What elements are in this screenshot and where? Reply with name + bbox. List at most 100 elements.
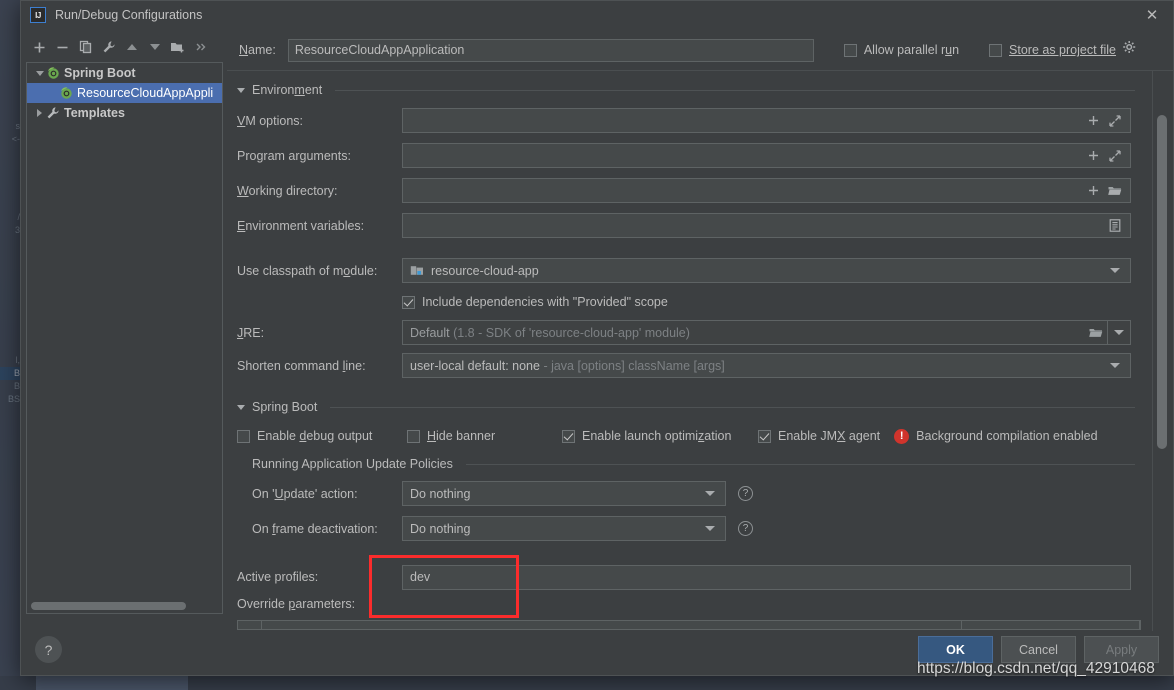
update-policies-title: Running Application Update Policies: [252, 457, 453, 471]
intellij-logo-icon: IJ: [30, 7, 46, 23]
allow-parallel-run-checkbox[interactable]: Allow parallel run: [843, 43, 959, 57]
tree-item-templates[interactable]: Templates: [27, 103, 222, 123]
environment-section-header[interactable]: Environment: [227, 77, 1151, 103]
dialog-body: Spring Boot ResourceCloudAppAppli Templa…: [21, 30, 1173, 631]
add-configuration-button[interactable]: [29, 37, 50, 58]
spring-boot-section-header[interactable]: Spring Boot: [227, 394, 1151, 420]
chevron-down-icon[interactable]: [237, 87, 245, 93]
configuration-editor-pane: Name: ResourceCloudAppApplication Allow …: [227, 30, 1173, 631]
environment-section-title: Environment: [252, 83, 323, 97]
include-provided-scope-checkbox[interactable]: Include dependencies with "Provided" sco…: [227, 288, 1151, 316]
on-frame-deactivation-combo[interactable]: Do nothing: [402, 516, 726, 541]
browse-folder-icon[interactable]: [1085, 321, 1107, 344]
jre-combo[interactable]: Default (1.8 - SDK of 'resource-cloud-ap…: [402, 320, 1131, 345]
working-directory-input[interactable]: [402, 178, 1131, 203]
enable-jmx-agent-checkbox[interactable]: Enable JMX agent: [758, 429, 880, 443]
error-icon: !: [894, 428, 910, 444]
checkbox-box[interactable]: [989, 43, 1003, 57]
classpath-module-combo[interactable]: resource-cloud-app: [402, 258, 1131, 283]
add-icon[interactable]: [1082, 109, 1104, 132]
checkbox-box[interactable]: [843, 43, 857, 57]
settings-scroll-area: Environment VM options: Program argument…: [227, 70, 1173, 631]
chevron-right-icon[interactable]: [33, 109, 46, 117]
help-button[interactable]: ?: [35, 636, 62, 663]
on-frame-deactivation-label: On frame deactivation:: [252, 521, 378, 536]
chevron-down-icon[interactable]: [1104, 259, 1126, 282]
enable-debug-output-label: Enable debug output: [257, 429, 373, 443]
chevron-down-icon[interactable]: [699, 482, 721, 505]
configurations-pane: Spring Boot ResourceCloudAppAppli Templa…: [21, 30, 227, 631]
store-as-project-file-checkbox[interactable]: Store as project file: [989, 43, 1116, 57]
move-up-button[interactable]: [121, 37, 142, 58]
name-input[interactable]: ResourceCloudAppApplication: [287, 38, 814, 62]
active-profiles-input[interactable]: dev: [402, 564, 1131, 590]
program-arguments-label: Program arguments:: [237, 148, 351, 163]
help-icon[interactable]: ?: [738, 521, 753, 536]
jre-value-hint: (1.8 - SDK of 'resource-cloud-app' modul…: [453, 325, 690, 340]
hide-banner-checkbox[interactable]: Hide banner: [407, 429, 562, 443]
vm-options-row: VM options:: [227, 103, 1151, 138]
vm-options-input[interactable]: [402, 108, 1131, 133]
enable-launch-optimization-label: Enable launch optimization: [582, 429, 732, 443]
watermark-text: https://blog.csdn.net/qq_42910468: [917, 660, 1155, 677]
apply-button[interactable]: Apply: [1084, 636, 1159, 663]
remove-configuration-button[interactable]: [52, 37, 73, 58]
program-arguments-input[interactable]: [402, 143, 1131, 168]
configurations-tree[interactable]: Spring Boot ResourceCloudAppAppli Templa…: [26, 62, 223, 614]
tree-item-resourcecloudappapplication[interactable]: ResourceCloudAppAppli: [27, 83, 222, 103]
active-profiles-value: dev: [410, 570, 431, 584]
tree-item-spring-boot[interactable]: Spring Boot: [27, 63, 222, 83]
enable-debug-output-checkbox[interactable]: Enable debug output: [237, 429, 407, 443]
browse-folder-icon[interactable]: [1104, 179, 1126, 202]
environment-variables-row: Environment variables:: [227, 208, 1151, 243]
background-taskbar-item: [36, 676, 188, 690]
chevron-down-icon[interactable]: [699, 517, 721, 540]
edit-list-icon[interactable]: [1104, 214, 1126, 237]
table-column-value: [962, 621, 1140, 629]
chevron-down-icon[interactable]: [1108, 321, 1130, 344]
chevron-down-icon[interactable]: [237, 404, 245, 410]
include-provided-scope-label: Include dependencies with "Provided" sco…: [422, 295, 668, 309]
gear-icon[interactable]: [1122, 40, 1137, 60]
name-row: Name: ResourceCloudAppApplication Allow …: [227, 30, 1173, 70]
active-profiles-row: Active profiles: dev: [227, 562, 1151, 592]
chevron-down-icon[interactable]: [33, 70, 46, 76]
shorten-command-line-combo[interactable]: user-local default: none - java [options…: [402, 353, 1131, 378]
dialog-title: Run/Debug Configurations: [55, 8, 203, 22]
new-folder-button[interactable]: [167, 37, 188, 58]
expand-icon[interactable]: [1104, 144, 1126, 167]
scrollbar-thumb[interactable]: [1157, 115, 1167, 449]
working-directory-label: Working directory:: [237, 183, 338, 198]
move-down-button[interactable]: [144, 37, 165, 58]
override-parameters-table[interactable]: [237, 620, 1141, 630]
chevron-down-icon[interactable]: [1104, 354, 1126, 377]
dialog-title-bar: IJ Run/Debug Configurations ✕: [21, 1, 1173, 30]
more-options-button[interactable]: [190, 37, 211, 58]
override-parameters-label: Override parameters:: [237, 597, 356, 611]
shorten-command-line-value: user-local default: none - java [options…: [410, 359, 1104, 373]
add-icon[interactable]: [1082, 144, 1104, 167]
table-column-name: [262, 621, 962, 629]
close-icon[interactable]: ✕: [1131, 1, 1173, 30]
help-icon[interactable]: ?: [738, 486, 753, 501]
shorten-command-line-row: Shorten command line: user-local default…: [227, 349, 1151, 382]
tree-item-label: Templates: [64, 106, 125, 120]
on-update-action-combo[interactable]: Do nothing: [402, 481, 726, 506]
expand-icon[interactable]: [1104, 109, 1126, 132]
edit-templates-wrench-icon[interactable]: [98, 37, 119, 58]
tree-horizontal-scrollbar[interactable]: [31, 602, 216, 610]
dialog-buttons: OK Cancel Apply: [918, 636, 1159, 663]
cancel-button[interactable]: Cancel: [1001, 636, 1076, 663]
checkbox-box[interactable]: [758, 429, 771, 443]
checkbox-box[interactable]: [407, 429, 420, 443]
copy-configuration-button[interactable]: [75, 37, 96, 58]
ok-button[interactable]: OK: [918, 636, 993, 663]
settings-vertical-scrollbar[interactable]: [1157, 71, 1167, 631]
environment-variables-input[interactable]: [402, 213, 1131, 238]
shorten-value-hint: - java [options] className [args]: [543, 358, 725, 373]
checkbox-box[interactable]: [562, 429, 575, 443]
checkbox-box[interactable]: [237, 429, 250, 443]
add-icon[interactable]: [1082, 179, 1104, 202]
checkbox-box[interactable]: [402, 295, 415, 309]
enable-launch-optimization-checkbox[interactable]: Enable launch optimization: [562, 429, 758, 443]
